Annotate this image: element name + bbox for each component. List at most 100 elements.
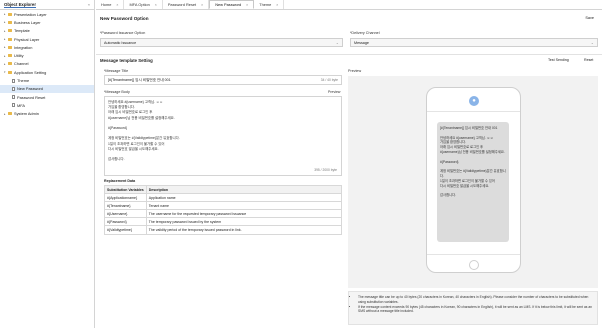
tree-item[interactable]: ▸ Physical Layer [0,35,94,43]
home-button-icon [469,260,479,270]
object-explorer: Object Explorer « ▸ Presentation Layer ▸ Bu… [0,0,95,328]
table-row: #{Validtypetime} The validity period of t… [104,225,343,235]
tree-item-label: Physical Layer [14,36,40,42]
variable-cell: #{Username} [104,209,147,219]
folder-icon [8,37,12,41]
note-item: If the message content exceeds 90 bytes … [358,305,593,315]
delivery-select[interactable]: Message ⌄ [350,38,598,47]
folder-icon [8,45,12,49]
folder-icon [8,20,12,24]
tree-item[interactable]: ▾ Application Setting [0,68,94,76]
tab-mfa-option[interactable]: MFA Option × [124,0,163,9]
preview-area: ● [#{Tenantname}] 임시 비밀번호 안내 001 안녕하세요 #… [348,76,598,288]
description-cell: The validity period of the temporary iss… [145,225,343,235]
variable-cell: #{Password} [104,217,147,227]
tree-item-label: Template [14,28,30,34]
message-title-input[interactable]: [#{Tenantname}] 임시 비밀번호 안내 001 34 / 40 b… [104,75,342,85]
save-button[interactable]: Save [585,16,594,20]
table-row: #{Username} The username for the requeste… [104,209,343,219]
folder-icon [8,29,12,33]
delivery-value: Message [354,40,369,45]
tree-item-label: Application Setting [14,69,47,75]
tab-new-password[interactable]: New Password × [209,0,255,9]
table-row: #{Password} The temporary password issued… [104,217,343,227]
divider [96,54,602,55]
tree-item-label: Channel [14,61,29,67]
page-title: New Password Option [100,16,149,21]
contact-avatar-icon: ● [469,96,479,106]
variable-cell: #{Validtypetime} [104,225,147,235]
message-title-value: [#{Tenantname}] 임시 비밀번호 안내 001 [108,77,171,82]
tab-label: Theme [259,2,272,7]
divider [427,111,520,112]
document-icon [12,78,15,83]
tree-item[interactable]: New Password [0,84,94,93]
tree-item-label: Business Layer [14,19,41,25]
replacement-table: Substitution Variables Description #{Appl… [104,184,343,235]
message-title-byte-count: 34 / 40 byte [320,78,338,82]
variable-cell: #{Applicationname} [104,193,147,203]
issuance-select[interactable]: Automatic Issuance ⌄ [100,38,343,47]
document-icon [12,103,15,108]
replacement-table-wrap: Substitution Variables Description #{Appl… [104,184,343,235]
info-notes: The message title can be up to 40 bytes … [348,291,598,325]
message-body-textarea[interactable]: 안녕하세요 #{username} 고객님. ☺☺ 가입을 환영합니다. 아래 임시… [104,96,342,176]
reset-button[interactable]: Reset [584,58,593,62]
folder-icon [8,112,12,116]
tab-label: New Password [215,2,242,7]
tree-item-label: MFA [17,102,25,108]
tree-item-label: Utility [14,53,24,59]
folder-icon [8,54,12,58]
document-icon [12,95,15,100]
tree-item[interactable]: ▸ Integration [0,43,94,51]
close-icon[interactable]: × [116,3,118,7]
message-body-text: 안녕하세요 #{username} 고객님. ☺☺ 가입을 환영합니다. 아래 임시… [108,100,338,162]
description-cell: The temporary password issued by the sys… [145,217,343,227]
tree-item-label: Presentation Layer [14,11,47,17]
message-title-label: *Message Title [104,69,129,73]
folder-icon [8,70,12,74]
tab-theme[interactable]: Theme × [254,0,285,9]
folder-icon [8,12,12,16]
tree-item-label: Password Reset [17,94,46,100]
tree-item-label: System Admin [14,111,39,117]
tree-item[interactable]: ▸ System Admin [0,110,94,118]
close-icon[interactable]: × [276,3,278,7]
preview-link[interactable]: Preview [328,90,340,94]
tree-item[interactable]: Password Reset [0,93,94,101]
explorer-title: Object Explorer [4,1,36,8]
collapse-icon[interactable]: « [88,2,90,7]
tab-password-reset[interactable]: Password Reset × [163,0,210,9]
close-icon[interactable]: × [246,3,248,7]
explorer-header: Object Explorer « [0,0,94,10]
close-icon[interactable]: × [201,3,203,7]
tab-label: Password Reset [167,2,197,7]
preview-message-bubble: [#{Tenantname}] 임시 비밀번호 안내 001 안녕하세요 #{u… [437,122,509,242]
description-cell: Application name [145,193,343,203]
tab-home[interactable]: Home × [96,0,125,9]
issuance-value: Automatic Issuance [104,40,137,45]
tree-item[interactable]: MFA [0,101,94,109]
tab-label: Home [101,2,112,7]
tree-item[interactable]: ▸ Template [0,27,94,35]
close-icon[interactable]: × [155,3,157,7]
tree-item[interactable]: ▸ Channel [0,60,94,68]
issuance-label: *Password Issuance Option [100,31,146,35]
column-header: Description [145,184,343,195]
message-body-label: *Message Body [104,90,130,94]
tree-item[interactable]: ▸ Business Layer [0,18,94,26]
tree-item-label: New Password [17,86,43,92]
tree-item[interactable]: ▸ Utility [0,51,94,59]
tree-item[interactable]: ▸ Presentation Layer [0,10,94,18]
delivery-label: *Delivery Channel [350,31,380,35]
document-icon [12,86,15,91]
tree-item[interactable]: Theme [0,76,94,84]
variable-cell: #{Tenantname} [104,201,147,211]
table-row: #{Tenantname} Tenant name [104,201,343,211]
explorer-tree: ▸ Presentation Layer ▸ Business Layer ▸ Templ… [0,10,94,118]
notes-list: The message title can be up to 40 bytes … [353,295,593,314]
phone-frame: ● [#{Tenantname}] 임시 비밀번호 안내 001 안녕하세요 #… [426,87,521,273]
table-row: #{Applicationname} Application name [104,193,343,203]
test-sending-button[interactable]: Test Sending [548,58,569,62]
preview-label: Preview [348,69,362,73]
